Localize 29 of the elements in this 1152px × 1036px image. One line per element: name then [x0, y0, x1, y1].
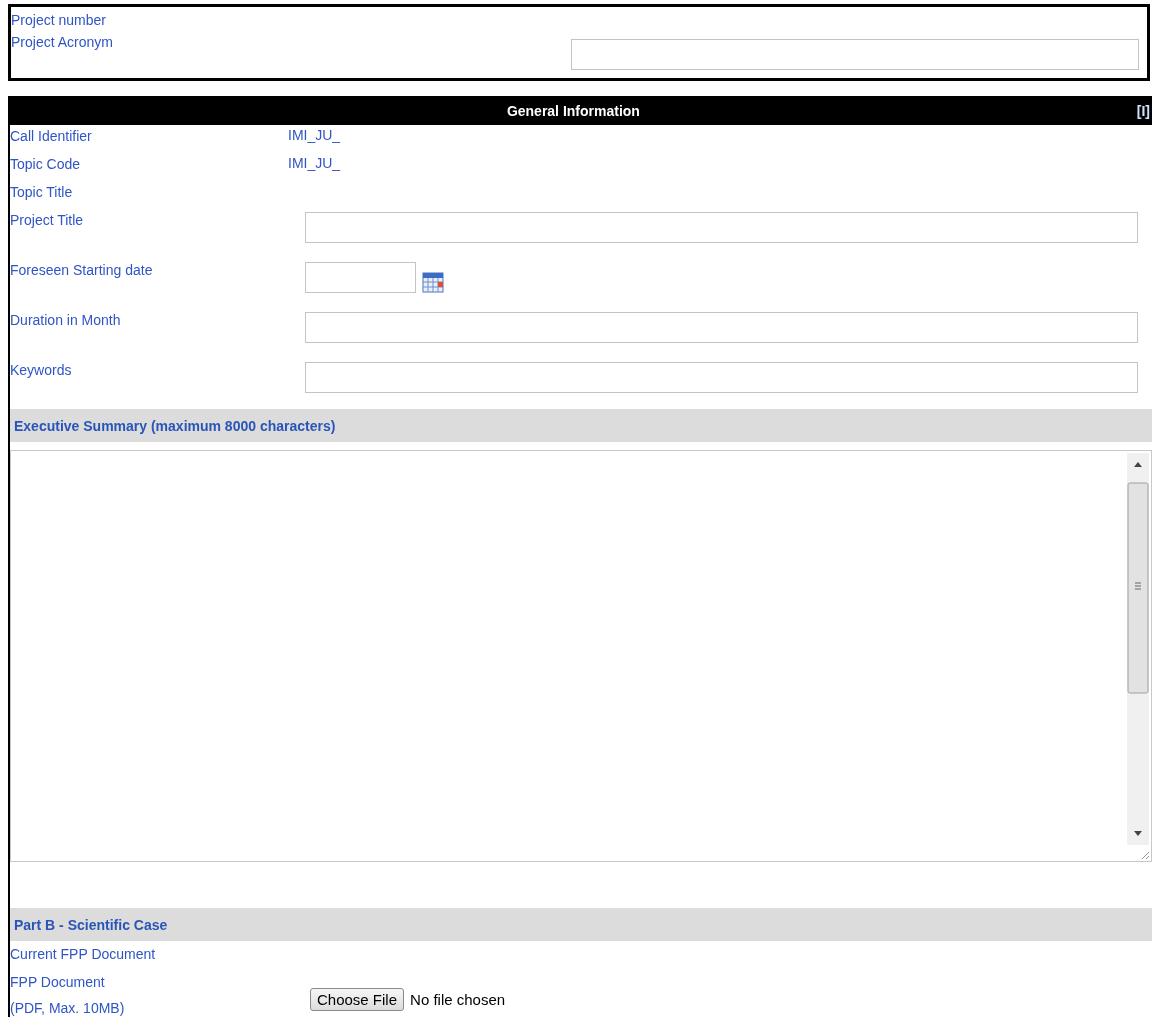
field-note: (PDF, Max. 10MB): [10, 999, 126, 1017]
toggle-link[interactable]: [I]: [1136, 102, 1152, 119]
calendar-icon[interactable]: [422, 271, 444, 293]
field-label: Keywords: [10, 361, 73, 379]
text-input[interactable]: [305, 312, 1138, 343]
field-label: Foreseen Starting date: [10, 261, 154, 279]
text-input[interactable]: [571, 39, 1139, 70]
date-input[interactable]: [305, 262, 416, 293]
field-value: IMI_JU_: [288, 154, 342, 171]
file-status: No file chosen: [410, 990, 506, 1008]
field-label: Current FPP Document: [10, 945, 157, 963]
section-heading: Part B - Scientific Case: [10, 908, 1152, 941]
field-label: Call Identifier: [10, 127, 93, 145]
text-input[interactable]: [305, 362, 1138, 393]
field-value: IMI_JU_: [288, 126, 342, 143]
field-label: Project Acronym: [11, 33, 114, 52]
resize-grip-icon[interactable]: [1140, 850, 1150, 860]
field-label: Project number: [11, 11, 107, 30]
text-input[interactable]: [305, 212, 1138, 243]
scrollbar[interactable]: [1127, 453, 1149, 845]
section-title: General Information: [505, 102, 641, 119]
field-label: Topic Code: [10, 155, 82, 173]
text-area[interactable]: [10, 450, 1152, 862]
field-label: FPP Document: [10, 973, 106, 991]
choose-file-button[interactable]: Choose File: [310, 987, 405, 1011]
field-label: Topic Title: [10, 183, 74, 201]
field-label: Project Title: [10, 211, 85, 229]
section-heading: Executive Summary (maximum 8000 characters): [10, 409, 1152, 442]
field-label: Duration in Month: [10, 311, 122, 329]
